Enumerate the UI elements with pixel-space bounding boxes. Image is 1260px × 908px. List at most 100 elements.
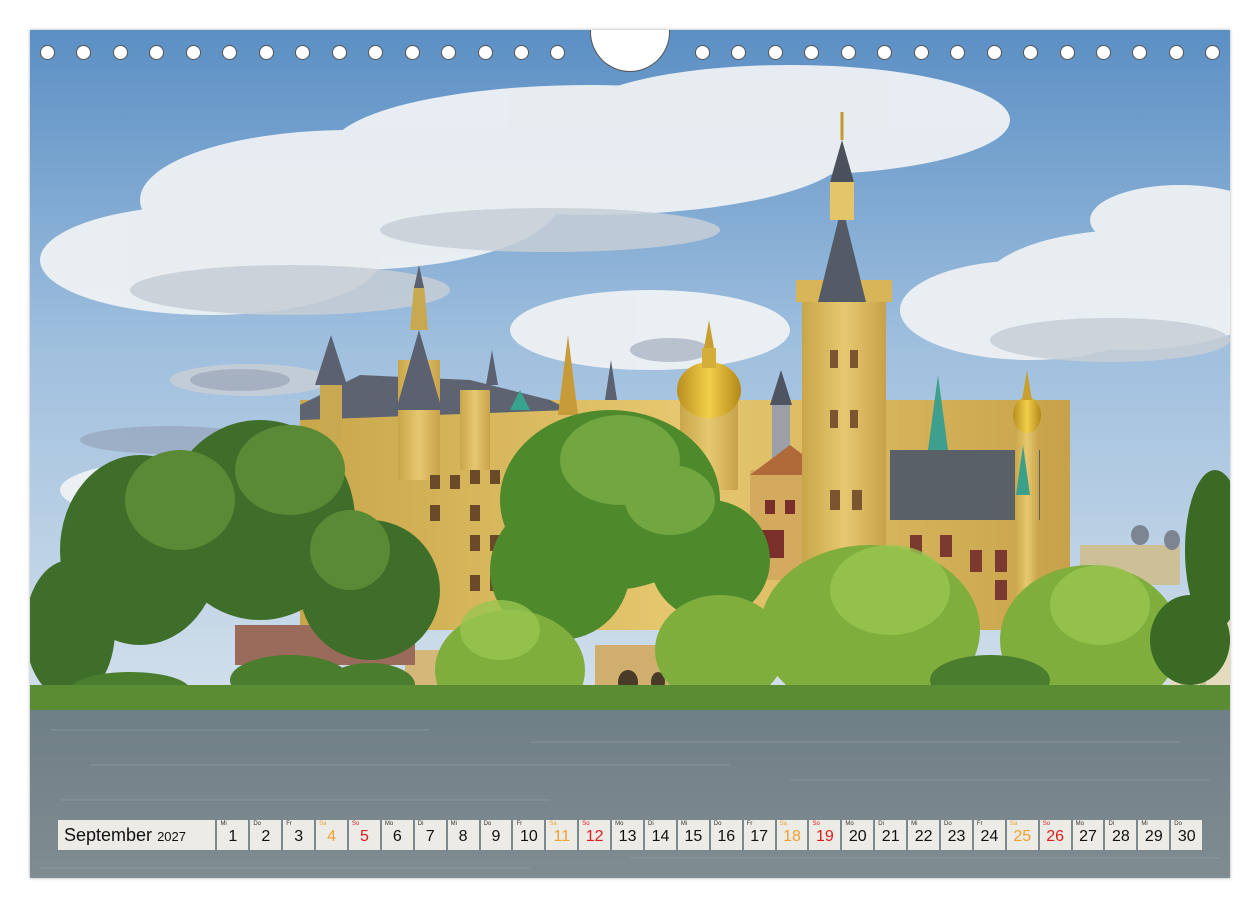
binding-hole	[550, 45, 565, 60]
day-number: 11	[553, 828, 571, 845]
weekday-abbr: Mo	[384, 821, 394, 827]
calendar-strip: September 2027 Mi 1 Do 2 Fr 3 Sa 4 So 5 Mo 6 Di 7 Mi 8 D…	[58, 820, 1203, 850]
binding-hole	[877, 45, 892, 60]
month-label: September 2027	[58, 820, 216, 850]
weekday-abbr: Mo	[1075, 821, 1084, 827]
weekday-abbr: Di	[878, 821, 884, 827]
binding-hole	[768, 45, 783, 60]
day-number: 24	[980, 828, 999, 845]
weekday-abbr: Mo	[845, 821, 854, 827]
day-number: 20	[848, 828, 867, 845]
day-cell: Fr 24	[973, 820, 1005, 850]
binding-hole	[1169, 45, 1184, 60]
day-cell: Mo 13	[612, 820, 644, 850]
binding-hole	[259, 45, 274, 60]
weekday-abbr: Do	[944, 821, 952, 827]
day-cell: So 26	[1039, 820, 1071, 850]
day-number: 4	[327, 828, 336, 845]
weekday-abbr: Sa	[549, 821, 557, 827]
day-cell: Mi 29	[1138, 820, 1170, 850]
binding-hole	[40, 45, 55, 60]
binding-hole	[368, 45, 383, 60]
weekday-abbr: Do	[483, 821, 492, 827]
day-cell: Do 23	[941, 820, 972, 850]
day-cell: Mi 15	[677, 820, 709, 850]
calendar-page: September 2027 Mi 1 Do 2 Fr 3 Sa 4 So 5 Mo 6 Di 7 Mi 8 D…	[30, 30, 1230, 878]
day-cell: Do 16	[710, 820, 742, 850]
day-number: 14	[651, 828, 670, 845]
weekday-abbr: Mi	[1141, 821, 1148, 827]
day-cell: Mo 20	[842, 820, 874, 850]
binding-hole	[113, 45, 128, 60]
binding-hole	[914, 45, 929, 60]
day-cell: Di 7	[414, 820, 446, 850]
binding-hole	[186, 45, 201, 60]
binding-hole	[332, 45, 347, 60]
binding-hole	[1096, 45, 1111, 60]
weekday-abbr: Do	[1174, 821, 1182, 827]
day-cell: Di 21	[875, 820, 907, 850]
day-number: 12	[585, 828, 604, 845]
day-cell: Mo 27	[1072, 820, 1104, 850]
binding-hole	[1205, 45, 1220, 60]
weekday-abbr: Mi	[680, 821, 688, 827]
day-number: 9	[491, 828, 501, 845]
weekday-abbr: Mo	[615, 821, 624, 827]
binding-hole	[804, 45, 819, 60]
weekday-abbr: So	[812, 821, 820, 827]
weekday-abbr: Mi	[911, 821, 918, 827]
day-cell: Fr 10	[513, 820, 545, 850]
month-name: September	[64, 824, 153, 845]
day-number: 2	[261, 828, 271, 845]
day-cell: Sa 11	[546, 820, 578, 850]
day-cell: Fr 3	[283, 820, 315, 850]
day-number: 26	[1046, 828, 1065, 845]
day-number: 21	[881, 828, 900, 845]
weekday-abbr: Do	[253, 821, 261, 827]
day-number: 28	[1112, 828, 1130, 845]
day-cell: Mi 1	[217, 820, 249, 850]
day-number: 1	[228, 828, 238, 845]
weekday-abbr: Fr	[286, 821, 292, 827]
day-number: 19	[816, 828, 834, 845]
weekday-abbr: So	[352, 821, 360, 827]
day-cell: Mi 22	[908, 820, 940, 850]
binding-hole	[405, 45, 420, 60]
day-number: 29	[1144, 828, 1163, 845]
year-label: 2027	[157, 829, 186, 844]
weekday-abbr: So	[582, 821, 590, 827]
weekday-abbr: Di	[648, 821, 654, 827]
day-number: 3	[294, 828, 304, 845]
weekday-abbr: Sa	[1009, 821, 1018, 827]
binding-hole	[76, 45, 91, 60]
binding-holes	[30, 30, 1230, 90]
castle-photo	[30, 30, 1230, 878]
binding-hole	[987, 45, 1002, 60]
weekday-abbr: Fr	[976, 821, 983, 827]
day-cell: Sa 25	[1006, 820, 1038, 850]
weekday-abbr: Di	[417, 821, 424, 827]
day-number: 15	[684, 828, 703, 845]
day-number: 10	[520, 828, 538, 845]
day-cell: Do 9	[480, 820, 512, 850]
binding-hole	[841, 45, 856, 60]
weekday-abbr: Sa	[779, 821, 787, 827]
day-cell: So 5	[349, 820, 380, 850]
day-cell: Di 14	[645, 820, 676, 850]
day-number: 18	[783, 828, 801, 845]
binding-hole	[1023, 45, 1038, 60]
day-number: 6	[392, 828, 402, 845]
day-cell: Do 2	[250, 820, 282, 850]
day-cell: So 12	[579, 820, 611, 850]
day-number: 25	[1013, 828, 1032, 845]
day-number: 27	[1079, 828, 1097, 845]
binding-hole	[478, 45, 493, 60]
binding-hole	[514, 45, 529, 60]
weekday-abbr: Mi	[450, 821, 458, 827]
day-cell: Sa 18	[776, 820, 808, 850]
day-cell: Mo 6	[381, 820, 413, 850]
binding-hole	[731, 45, 746, 60]
binding-hole	[1132, 45, 1147, 60]
day-number: 23	[947, 828, 966, 845]
binding-hole	[295, 45, 310, 60]
